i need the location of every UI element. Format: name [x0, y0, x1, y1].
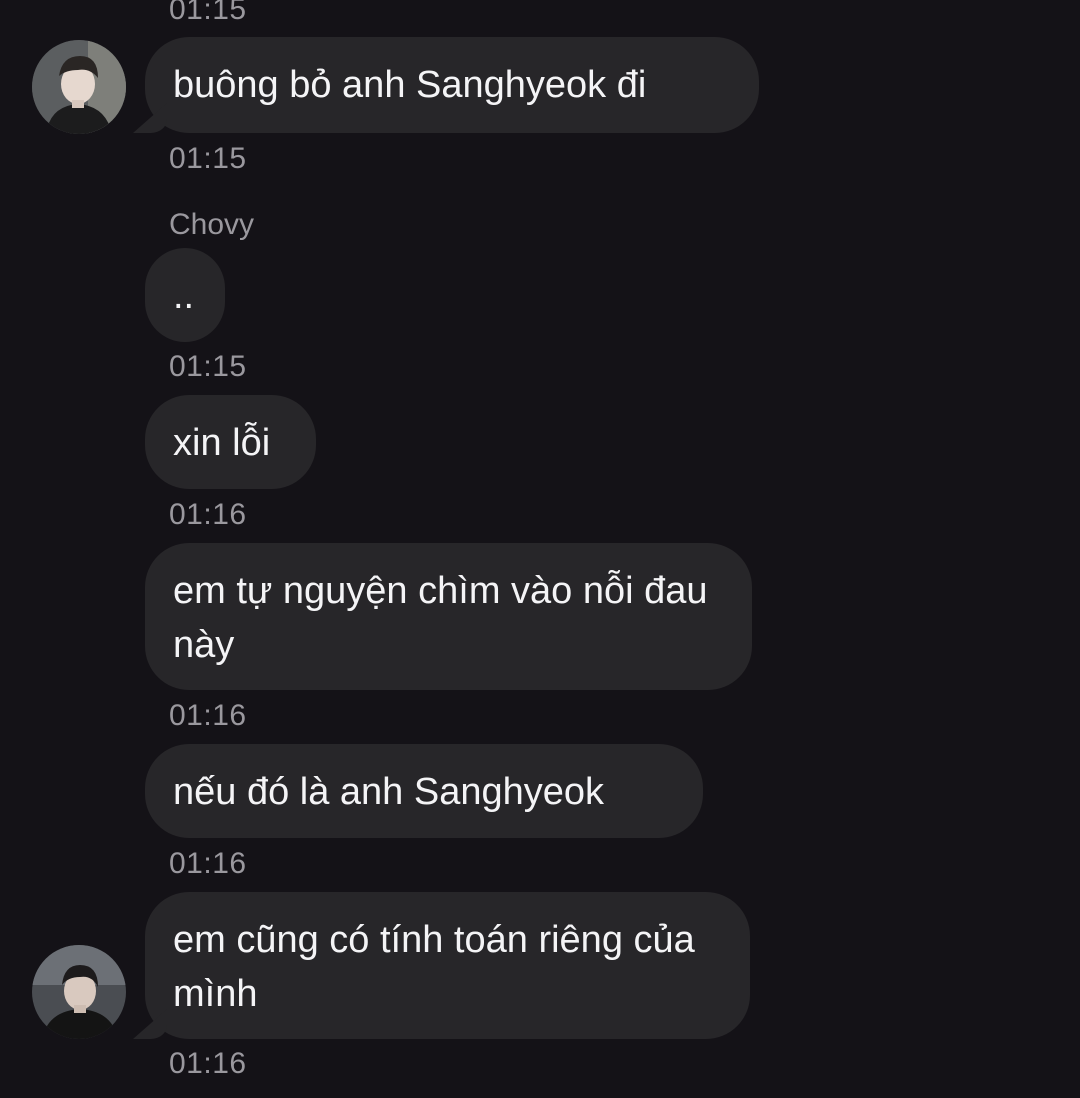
message-bubble[interactable]: xin lỗi	[145, 395, 316, 489]
message-timestamp: 01:15	[169, 142, 247, 175]
message-bubble[interactable]: nếu đó là anh Sanghyeok	[145, 744, 703, 838]
message-timestamp: 01:15	[169, 350, 247, 383]
user-avatar-icon[interactable]	[32, 945, 126, 1039]
message-bubble[interactable]: ..	[145, 248, 225, 342]
message-text: nếu đó là anh Sanghyeok	[173, 771, 605, 813]
message-bubble[interactable]: em tự nguyện chìm vào nỗi đau này	[145, 543, 752, 690]
message-bubble[interactable]: em cũng có tính toán riêng của mình	[145, 892, 750, 1039]
message-timestamp: 01:16	[169, 847, 247, 880]
message-text: xin lỗi	[173, 422, 271, 464]
message-text: buông bỏ anh Sanghyeok đi	[173, 64, 647, 106]
message-timestamp: 01:16	[169, 699, 247, 732]
message-timestamp: 01:15	[169, 0, 247, 26]
message-text: em tự nguyện chìm vào nỗi đau này	[173, 570, 708, 666]
message-timestamp: 01:16	[169, 498, 247, 531]
user-avatar-icon[interactable]	[32, 40, 126, 134]
chat-thread: 01:15 buông bỏ anh Sanghyeok đi 01:15 Ch…	[0, 0, 1080, 1098]
sender-name: Chovy	[169, 208, 255, 241]
message-timestamp: 01:16	[169, 1047, 247, 1080]
message-text: em cũng có tính toán riêng của mình	[173, 919, 695, 1015]
message-bubble[interactable]: buông bỏ anh Sanghyeok đi	[145, 37, 759, 133]
message-text: ..	[173, 275, 195, 317]
